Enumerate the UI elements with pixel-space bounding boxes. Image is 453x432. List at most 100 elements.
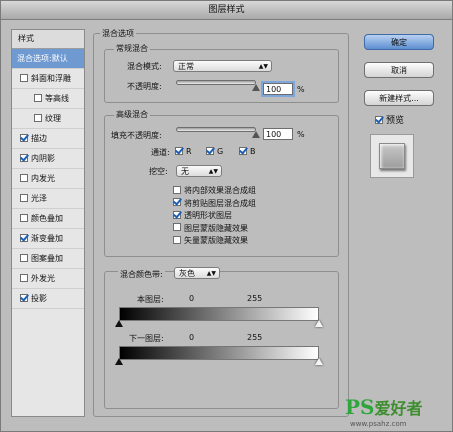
opacity-unit: % [297, 85, 305, 94]
general-blending-title: 常规混合 [114, 43, 150, 54]
checkbox-icon[interactable] [34, 93, 42, 102]
checkbox-icon [173, 223, 181, 231]
style-item[interactable]: 投影 [12, 289, 84, 309]
advanced-option-label: 图层蒙版隐藏效果 [184, 223, 248, 233]
checkbox-checked-icon [206, 146, 214, 155]
watermark-url: www.psahz.com [350, 420, 407, 428]
checkbox-icon[interactable] [20, 73, 28, 82]
fill-opacity-slider-thumb[interactable] [252, 131, 260, 138]
style-item[interactable]: 渐变叠加 [12, 229, 84, 249]
checkbox-checked-icon [239, 146, 247, 155]
knockout-select[interactable]: 无 ▲▼ [176, 165, 222, 177]
style-preview-shape [379, 143, 405, 169]
advanced-option-label: 矢量蒙版隐藏效果 [184, 236, 248, 245]
advanced-option-checkbox[interactable]: 将剪贴图层混合成组 [173, 198, 256, 209]
blend-if-select[interactable]: 灰色 ▲▼ [174, 267, 220, 279]
checkbox-icon[interactable] [20, 173, 28, 182]
channels-label: 通道: [151, 148, 170, 157]
watermark-text: 爱好者 [374, 399, 423, 418]
fill-opacity-label: 填充不透明度: [111, 131, 162, 140]
ok-button[interactable]: 确定 [364, 34, 434, 50]
style-item[interactable]: 外发光 [12, 269, 84, 289]
style-item-label: 内发光 [31, 174, 55, 183]
advanced-option-label: 将剪贴图层混合成组 [184, 198, 256, 208]
checkbox-checked-icon[interactable] [20, 293, 28, 302]
checkbox-checked-icon[interactable] [20, 153, 28, 162]
fill-opacity-unit: % [297, 130, 305, 139]
cancel-button[interactable]: 取消 [364, 62, 434, 78]
styles-list-header: 样式 [12, 30, 84, 49]
this-layer-white-slider[interactable] [315, 320, 323, 327]
knockout-label: 挖空: [149, 167, 168, 176]
updown-arrows-icon: ▲▼ [206, 270, 216, 277]
style-item-label: 等高线 [45, 94, 69, 103]
this-layer-label: 本图层: [137, 295, 164, 304]
preview-checkbox[interactable]: 预览 [375, 113, 404, 126]
checkbox-checked-icon [375, 115, 383, 124]
opacity-slider[interactable] [176, 80, 256, 85]
style-item-label: 颜色叠加 [31, 214, 63, 223]
checkbox-icon[interactable] [34, 113, 42, 122]
style-item[interactable]: 光泽 [12, 189, 84, 209]
advanced-option-checkbox[interactable]: 矢量蒙版隐藏效果 [173, 235, 248, 246]
watermark-logo: PS爱好者 [345, 395, 423, 419]
style-item-label: 斜面和浮雕 [31, 74, 71, 83]
style-item-label: 外发光 [31, 274, 55, 283]
style-item[interactable]: 纹理 [12, 109, 84, 129]
style-preview-swatch [370, 134, 414, 178]
blend-mode-value: 正常 [178, 62, 194, 71]
checkbox-checked-icon[interactable] [20, 233, 28, 242]
checkbox-icon[interactable] [20, 273, 28, 282]
knockout-value: 无 [181, 167, 189, 176]
style-item-label: 描边 [31, 134, 47, 143]
this-layer-gradient [119, 307, 319, 321]
opacity-slider-thumb[interactable] [252, 84, 260, 91]
underlying-white-slider[interactable] [315, 358, 323, 365]
style-item[interactable]: 颜色叠加 [12, 209, 84, 229]
channel-g-checkbox[interactable]: G [206, 146, 224, 156]
watermark-ps: PS [345, 395, 375, 419]
style-item[interactable]: 描边 [12, 129, 84, 149]
style-item[interactable]: 斜面和浮雕 [12, 69, 84, 89]
advanced-option-checkbox[interactable]: 将内部效果混合成组 [173, 185, 256, 196]
channel-r-checkbox[interactable]: R [175, 146, 192, 156]
checkbox-icon[interactable] [20, 193, 28, 202]
this-layer-black-slider[interactable] [115, 320, 123, 327]
dialog-title: 图层样式 [1, 1, 452, 20]
underlying-layer-min: 0 [189, 333, 195, 342]
layer-style-dialog: 图层样式 样式 混合选项:默认斜面和浮雕等高线纹理描边内阴影内发光光泽颜色叠加渐… [0, 0, 453, 432]
underlying-black-slider[interactable] [115, 358, 123, 365]
checkbox-checked-icon[interactable] [20, 133, 28, 142]
checkbox-checked-icon [173, 198, 181, 206]
style-item-label: 投影 [31, 294, 47, 303]
underlying-layer-label: 下一图层: [129, 334, 164, 343]
style-item[interactable]: 等高线 [12, 89, 84, 109]
opacity-input[interactable]: 100 [263, 83, 293, 95]
checkbox-icon[interactable] [20, 253, 28, 262]
this-layer-min: 0 [189, 294, 195, 303]
checkbox-checked-icon [173, 210, 181, 219]
style-item-label: 渐变叠加 [31, 234, 63, 243]
blend-mode-select[interactable]: 正常 ▲▼ [173, 60, 272, 72]
style-item-label: 内阴影 [31, 154, 55, 163]
style-item[interactable]: 混合选项:默认 [12, 49, 84, 69]
general-blending-group [104, 49, 339, 103]
channel-b-checkbox[interactable]: B [239, 146, 256, 156]
updown-arrows-icon: ▲▼ [208, 168, 218, 175]
checkbox-icon [173, 185, 181, 194]
checkbox-icon[interactable] [20, 213, 28, 222]
style-item[interactable]: 内阴影 [12, 149, 84, 169]
style-item-label: 图案叠加 [31, 254, 63, 263]
style-item[interactable]: 内发光 [12, 169, 84, 189]
advanced-option-checkbox[interactable]: 透明形状图层 [173, 210, 232, 221]
blend-options-title: 混合选项 [100, 28, 136, 39]
new-style-button[interactable]: 新建样式... [364, 90, 434, 106]
channel-label: G [217, 147, 224, 156]
fill-opacity-input[interactable]: 100 [263, 128, 293, 140]
underlying-layer-max: 255 [247, 333, 263, 342]
preview-label: 预览 [386, 116, 405, 126]
advanced-option-checkbox[interactable]: 图层蒙版隐藏效果 [173, 223, 248, 234]
style-item[interactable]: 图案叠加 [12, 249, 84, 269]
style-item-label: 光泽 [31, 194, 47, 203]
fill-opacity-slider[interactable] [176, 127, 256, 132]
